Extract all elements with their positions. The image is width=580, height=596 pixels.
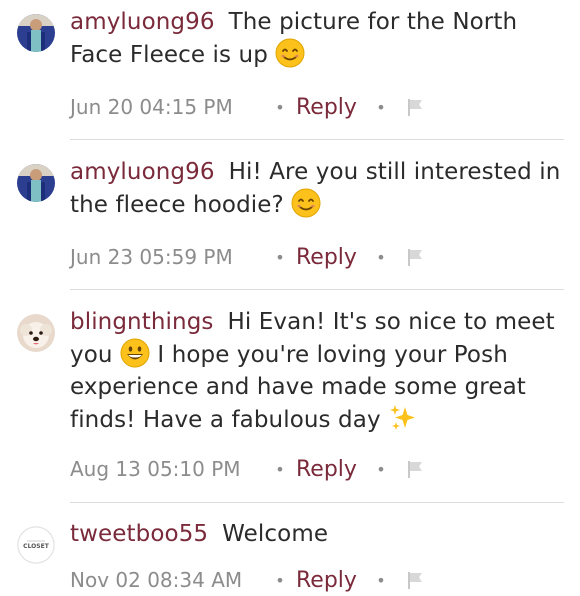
closet-logo-text: CLOSET [23,543,50,550]
comment-timestamp: Jun 20 04:15 PM [70,95,233,119]
divider [70,139,564,140]
dog-avatar-icon [17,314,55,352]
user-avatar[interactable] [17,314,55,352]
flag-icon[interactable] [405,247,425,267]
user-avatar[interactable]: CLOSET [17,526,55,564]
reply-button[interactable]: Reply [296,568,357,593]
separator-dot: • [275,97,285,117]
separator-dot: • [376,97,386,117]
reply-button[interactable]: Reply [296,457,357,482]
separator-dot: • [275,247,285,267]
smile-emoji-icon [275,38,305,68]
comment-username[interactable]: tweetboo55 [70,521,208,547]
flag-icon[interactable] [405,459,425,479]
separator-dot: • [376,459,386,479]
separator-dot: • [376,247,386,267]
comment-timestamp: Aug 13 05:10 PM [70,457,241,481]
separator-dot: • [275,459,285,479]
comment-body: amyluong96 Hi! Are you still interested i… [70,156,570,221]
comment-meta: Jun 20 04:15 PM • Reply • [70,91,425,123]
comment-username[interactable]: amyluong96 [70,159,215,185]
grin-emoji-icon [120,338,150,368]
comment-timestamp: Nov 02 08:34 AM [70,568,243,592]
comment-timestamp: Jun 23 05:59 PM [70,245,233,269]
comment-username[interactable]: blingnthings [70,309,213,335]
divider [70,502,564,503]
smile-emoji-icon [291,188,321,218]
comment-meta: Nov 02 08:34 AM • Reply • [70,564,425,596]
comment-body: blingnthings Hi Evan! It's so nice to mee… [70,306,570,436]
closet-logo-icon: CLOSET [17,526,55,564]
comment-meta: Aug 13 05:10 PM • Reply • [70,453,425,485]
user-avatar[interactable] [17,164,55,202]
separator-dot: • [376,570,386,590]
comment-meta: Jun 23 05:59 PM • Reply • [70,241,425,273]
reply-button[interactable]: Reply [296,95,357,120]
user-photo-icon [17,14,55,52]
divider [70,289,564,290]
comment-body: amyluong96 The picture for the North Face… [70,6,570,71]
flag-icon[interactable] [405,570,425,590]
user-photo-icon [17,164,55,202]
reply-button[interactable]: Reply [296,245,357,270]
comment-body: tweetboo55 Welcome [70,518,570,550]
sparkles-emoji-icon [388,403,418,433]
flag-icon[interactable] [405,97,425,117]
separator-dot: • [275,570,285,590]
comment-username[interactable]: amyluong96 [70,9,215,35]
user-avatar[interactable] [17,14,55,52]
comment-text: Welcome [222,521,329,547]
